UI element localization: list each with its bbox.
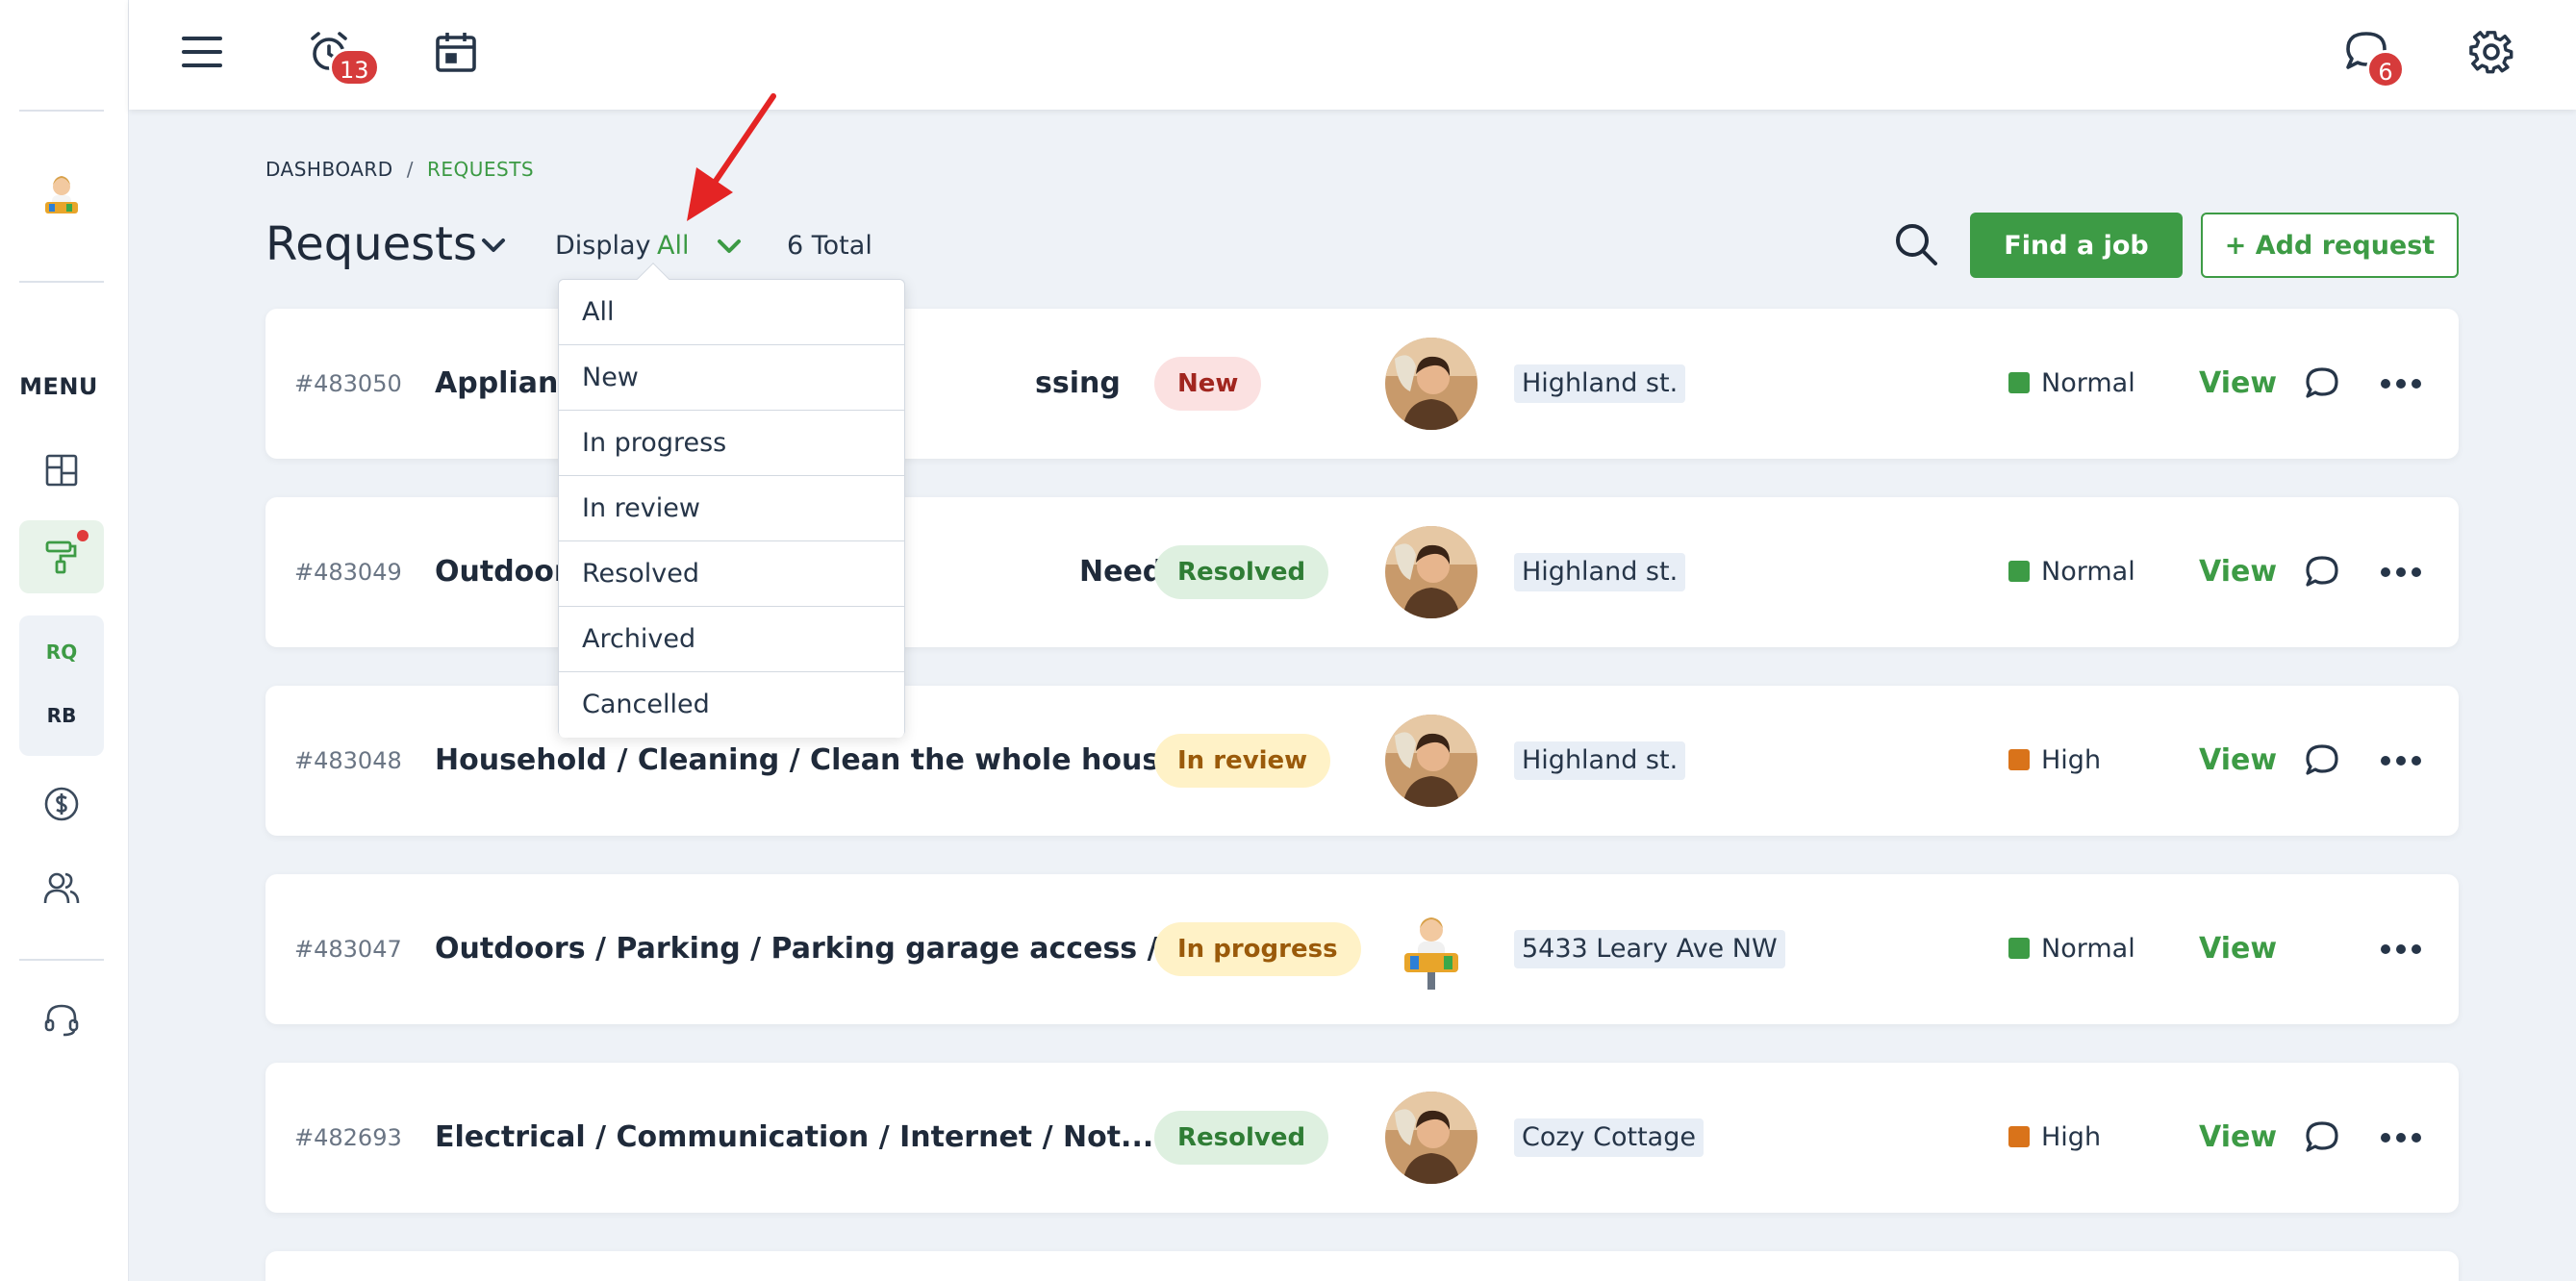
location-tag: Highland st. <box>1514 364 1686 403</box>
dashboard-grid-icon[interactable] <box>39 448 84 492</box>
request-id: #483049 <box>294 559 402 586</box>
status-badge: Resolved <box>1154 545 1329 599</box>
status-badge: New <box>1154 357 1262 411</box>
priority-label: High <box>2008 1063 2101 1213</box>
display-label: Display <box>555 231 651 261</box>
view-link[interactable]: View <box>2199 309 2277 459</box>
assignee-avatar <box>1385 526 1477 618</box>
breadcrumb: DASHBOARD / REQUESTS <box>265 158 534 181</box>
sidebar: MENU RQ RB <box>0 0 129 1281</box>
priority-high-icon <box>2008 749 2030 770</box>
request-title[interactable]: Outdoors / Parking / Parking garage acce… <box>435 874 1191 1024</box>
gear-icon[interactable] <box>2466 27 2516 77</box>
sidebar-divider <box>19 281 104 283</box>
request-row[interactable]: #482693 Electrical / Communication / Int… <box>265 1063 2459 1213</box>
breadcrumb-dashboard[interactable]: DASHBOARD <box>265 158 393 181</box>
priority-normal-icon <box>2008 938 2030 959</box>
hamburger-menu-icon[interactable] <box>177 27 227 77</box>
view-link[interactable]: View <box>2199 497 2277 647</box>
sidebar-submenu: RQ RB <box>19 615 104 756</box>
more-options-icon[interactable] <box>2378 930 2424 968</box>
location-tag: Highland st. <box>1514 553 1686 591</box>
more-options-icon[interactable] <box>2378 364 2424 403</box>
assignee-avatar <box>1385 338 1477 430</box>
sidebar-item-requests[interactable] <box>19 520 104 593</box>
breadcrumb-separator: / <box>406 158 414 181</box>
chat-bubble-icon[interactable] <box>2303 741 2341 780</box>
request-id: #483050 <box>294 370 402 397</box>
priority-label: Normal <box>2008 874 2135 1024</box>
status-badge: In progress <box>1154 922 1361 976</box>
request-row[interactable]: #483047 Outdoors / Parking / Parking gar… <box>265 874 2459 1024</box>
status-badge: Resolved <box>1154 1111 1329 1165</box>
paint-roller-icon <box>42 538 81 576</box>
chat-bubble-icon[interactable] <box>2303 364 2341 403</box>
display-filter-value[interactable]: All <box>657 231 689 261</box>
chat-bubble-icon[interactable] <box>2303 1118 2341 1157</box>
breadcrumb-requests: REQUESTS <box>426 158 535 181</box>
dropdown-option-new[interactable]: New <box>559 345 904 411</box>
sidebar-divider <box>19 959 104 961</box>
page-title[interactable]: Requests <box>265 217 477 271</box>
request-id: #483047 <box>294 936 402 963</box>
request-id: #482693 <box>294 1124 402 1151</box>
alarm-count-badge: 13 <box>329 48 380 87</box>
assignee-avatar <box>1385 715 1477 807</box>
annotation-arrow-icon <box>673 92 789 227</box>
dropdown-option-in-review[interactable]: In review <box>559 476 904 541</box>
search-icon[interactable] <box>1893 221 1939 267</box>
assignee-avatar <box>1385 1092 1477 1184</box>
view-link[interactable]: View <box>2199 874 2277 1024</box>
dropdown-option-in-progress[interactable]: In progress <box>559 411 904 476</box>
priority-label: Normal <box>2008 309 2135 459</box>
dropdown-option-resolved[interactable]: Resolved <box>559 541 904 607</box>
alarm-clock-icon[interactable]: 13 <box>304 27 380 87</box>
request-row[interactable] <box>265 1251 2459 1281</box>
more-options-icon[interactable] <box>2378 553 2424 591</box>
location-tag: 5433 Leary Ave NW <box>1514 930 1785 968</box>
view-link[interactable]: View <box>2199 686 2277 836</box>
priority-label: Normal <box>2008 497 2135 647</box>
request-id: #483048 <box>294 747 402 774</box>
more-options-icon[interactable] <box>2378 1118 2424 1157</box>
priority-label: High <box>2008 686 2101 836</box>
view-link[interactable]: View <box>2199 1063 2277 1213</box>
users-icon[interactable] <box>39 867 84 911</box>
headset-icon[interactable] <box>39 997 84 1042</box>
more-options-icon[interactable] <box>2378 741 2424 780</box>
find-job-button[interactable]: Find a job <box>1970 213 2183 278</box>
display-filter-dropdown: All New In progress In review Resolved A… <box>558 263 905 738</box>
dropdown-option-cancelled[interactable]: Cancelled <box>559 672 904 738</box>
location-tag: Highland st. <box>1514 741 1686 780</box>
dollar-circle-icon[interactable] <box>39 782 84 826</box>
chat-bubble-icon[interactable] <box>2303 553 2341 591</box>
priority-normal-icon <box>2008 561 2030 582</box>
dropdown-option-all[interactable]: All <box>559 280 904 345</box>
chat-bubble-icon[interactable]: 6 <box>2341 27 2405 88</box>
add-request-button[interactable]: + Add request <box>2201 213 2459 278</box>
status-badge: In review <box>1154 734 1331 788</box>
chat-count-badge: 6 <box>2366 50 2405 88</box>
company-logo-avatar[interactable] <box>32 165 91 225</box>
sidebar-divider <box>19 110 104 112</box>
assignee-avatar <box>1385 903 1477 995</box>
location-tag: Cozy Cottage <box>1514 1118 1704 1157</box>
total-count: 6 Total <box>787 231 872 261</box>
dropdown-option-archived[interactable]: Archived <box>559 607 904 672</box>
calendar-icon[interactable] <box>431 27 481 77</box>
priority-high-icon <box>2008 1126 2030 1147</box>
sidebar-subitem-rb[interactable]: RB <box>19 704 104 727</box>
notification-dot <box>77 530 88 541</box>
top-bar: 13 6 <box>129 0 2576 110</box>
menu-label: MENU <box>19 373 98 400</box>
priority-normal-icon <box>2008 372 2030 393</box>
request-title[interactable]: Electrical / Communication / Internet / … <box>435 1063 1153 1213</box>
chevron-down-icon[interactable] <box>714 231 745 265</box>
chevron-down-icon[interactable] <box>476 229 511 267</box>
sidebar-subitem-rq[interactable]: RQ <box>19 640 104 664</box>
